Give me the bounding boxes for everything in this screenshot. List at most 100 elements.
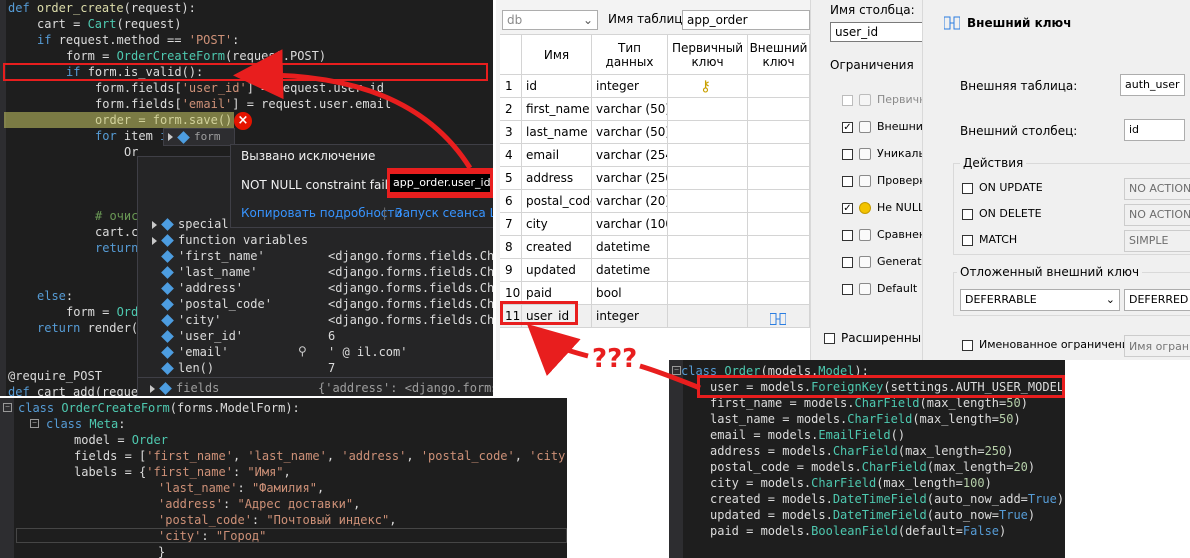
table-row[interactable]: 8 created datetime <box>500 236 810 259</box>
datatip-form[interactable]: form <box>163 128 235 146</box>
on-update-select[interactable]: NO ACTION <box>1124 178 1190 200</box>
cell-name[interactable]: first_name <box>522 98 592 121</box>
table-name-input[interactable]: app_order <box>682 10 810 30</box>
cell-type[interactable]: datetime <box>592 259 668 282</box>
column-header[interactable]: Внешний ключ <box>748 35 810 75</box>
cell-type[interactable]: integer <box>592 75 668 98</box>
cell-pk[interactable] <box>668 282 748 305</box>
tree-row[interactable]: 'last_name' <django.forms.fields.CharFiel… <box>152 264 493 280</box>
tree-row[interactable]: len() 7 <box>152 360 492 376</box>
tree-row[interactable]: 'user_id' 6 <box>152 328 492 344</box>
cell-type[interactable]: varchar (50) <box>592 98 668 121</box>
cell-type[interactable]: datetime <box>592 236 668 259</box>
cell-type[interactable]: varchar (250) <box>592 167 668 190</box>
cell-fk[interactable] <box>748 190 810 213</box>
table-row[interactable]: 1 id integer ⚷ <box>500 75 810 98</box>
table-row[interactable]: 2 first_name varchar (50) <box>500 98 810 121</box>
cell-name[interactable]: address <box>522 167 592 190</box>
collapse-icon[interactable]: − <box>672 366 681 375</box>
cell-pk[interactable] <box>668 121 748 144</box>
cell-pk[interactable] <box>668 190 748 213</box>
deferred-select[interactable]: DEFERRED <box>1124 289 1190 311</box>
cell-fk[interactable] <box>748 305 810 328</box>
column-header[interactable]: Имя <box>522 35 592 75</box>
cell-fk[interactable] <box>748 236 810 259</box>
named-constraint-checkbox[interactable] <box>962 340 973 351</box>
fields-row[interactable]: fields {'address': <django.forms.fields. <box>138 377 493 396</box>
cell-name[interactable]: postal_code <box>522 190 592 213</box>
constraint-checkbox[interactable]: ✓ <box>842 203 853 214</box>
named-constraint-input[interactable] <box>1124 335 1190 357</box>
cell-pk[interactable] <box>668 236 748 259</box>
foreign-table-select[interactable]: auth_user <box>1120 74 1185 96</box>
cell-fk[interactable] <box>748 121 810 144</box>
copy-details-link[interactable]: Копировать подробности <box>241 206 402 220</box>
table-row[interactable]: 5addressvarchar (250) <box>500 167 810 190</box>
cell-fk[interactable] <box>748 213 810 236</box>
cell-name[interactable]: id <box>522 75 592 98</box>
expand-arrow-icon[interactable] <box>152 220 157 229</box>
cell-fk[interactable] <box>748 259 810 282</box>
deferrable-select[interactable]: DEFERRABLE ⌄ <box>960 289 1120 311</box>
cell-fk[interactable] <box>748 98 810 121</box>
cell-name[interactable]: last_name <box>522 121 592 144</box>
cell-pk[interactable] <box>668 213 748 236</box>
cell-type[interactable]: varchar (100) <box>592 213 668 236</box>
on-delete-checkbox[interactable] <box>962 209 973 220</box>
column-header[interactable]: Тип данных <box>592 35 668 75</box>
cell-type[interactable]: varchar (50) <box>592 121 668 144</box>
cell-fk[interactable] <box>748 282 810 305</box>
match-checkbox[interactable] <box>962 235 973 246</box>
table-row[interactable]: 9 updated datetime <box>500 259 810 282</box>
collapse-icon[interactable]: − <box>30 419 39 428</box>
constraint-checkbox[interactable] <box>842 95 853 106</box>
cell-fk[interactable] <box>748 167 810 190</box>
match-select[interactable]: SIMPLE <box>1124 230 1190 252</box>
tree-row[interactable]: 'city' <django.forms.fields.CharField <box>152 312 493 328</box>
expand-arrow-icon[interactable] <box>152 236 157 245</box>
on-delete-select[interactable]: NO ACTION <box>1124 204 1190 226</box>
constraint-checkbox[interactable] <box>842 257 853 268</box>
cell-type[interactable]: bool <box>592 282 668 305</box>
collapse-icon[interactable]: − <box>3 403 12 412</box>
cell-fk[interactable] <box>748 75 810 98</box>
advanced-checkbox[interactable] <box>824 333 835 344</box>
cell-pk[interactable] <box>668 98 748 121</box>
constraint-checkbox[interactable] <box>842 149 853 160</box>
tree-row[interactable]: 'email' ' @ il.com' <box>152 344 492 360</box>
code-editor-forms[interactable]: − − class OrderCreateForm(forms.ModelFor… <box>0 398 567 558</box>
code-editor-models[interactable]: − class Order(models.Model): user = model… <box>669 360 1065 558</box>
cell-pk[interactable] <box>668 259 748 282</box>
cell-pk[interactable] <box>668 167 748 190</box>
error-icon[interactable]: × <box>234 112 252 130</box>
tree-row[interactable]: function variables <box>152 232 492 248</box>
table-row[interactable]: 6 postal_code varchar (20) <box>500 190 810 213</box>
code-editor-views[interactable]: def order_create(request): cart = Cart(re… <box>0 0 493 396</box>
tree-row[interactable]: 'first_name' <django.forms.fields.CharFie… <box>152 248 493 264</box>
cell-type[interactable]: varchar (254) <box>592 144 668 167</box>
cell-pk[interactable] <box>668 144 748 167</box>
on-update-checkbox[interactable] <box>962 183 973 194</box>
cell-type[interactable]: integer <box>592 305 668 328</box>
cell-fk[interactable] <box>748 144 810 167</box>
cell-pk[interactable] <box>668 305 748 328</box>
cell-pk[interactable]: ⚷ <box>668 75 748 98</box>
table-row[interactable]: 7cityvarchar (100) <box>500 213 810 236</box>
table-row[interactable]: 4emailvarchar (254) <box>500 144 810 167</box>
foreign-column-select[interactable]: id <box>1124 119 1185 141</box>
tree-row[interactable]: 'postal_code' <django.forms.fields.CharFi… <box>152 296 493 312</box>
start-live-share-link[interactable]: Запуск сеанса L <box>395 206 493 220</box>
cell-name[interactable]: email <box>522 144 592 167</box>
cell-name[interactable]: city <box>522 213 592 236</box>
cell-name[interactable]: created <box>522 236 592 259</box>
search-icon[interactable]: ⚲ <box>298 344 307 358</box>
database-select[interactable]: db ⌄ <box>502 10 598 30</box>
cell-type[interactable]: varchar (20) <box>592 190 668 213</box>
constraint-checkbox[interactable]: ✓ <box>842 122 853 133</box>
constraint-checkbox[interactable] <box>842 230 853 241</box>
table-row[interactable]: 3 last_name varchar (50) <box>500 121 810 144</box>
constraint-checkbox[interactable] <box>842 176 853 187</box>
cell-name[interactable]: updated <box>522 259 592 282</box>
column-header[interactable]: Первичный ключ <box>668 35 748 75</box>
tree-row[interactable]: 'address' <django.forms.fields.CharField <box>152 280 493 296</box>
